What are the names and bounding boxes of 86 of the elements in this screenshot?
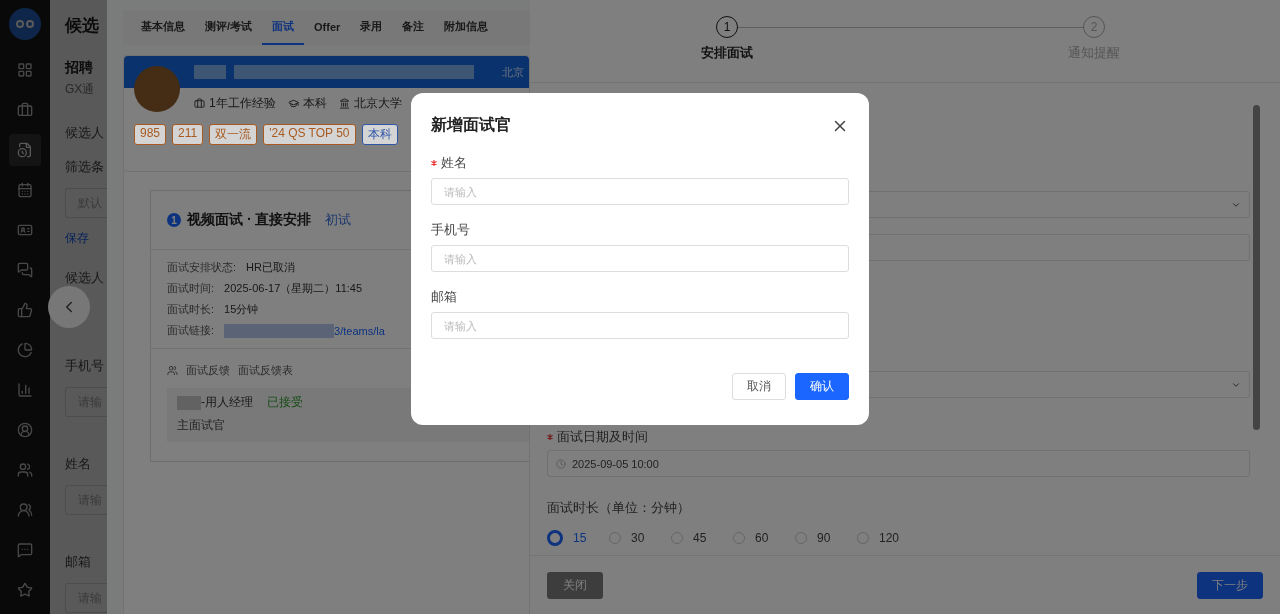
field-label: 手机号 (431, 221, 471, 239)
detail-value: 2025-06-17（星期二）11:45 (224, 281, 363, 296)
meeting-link[interactable]: 3/teams/la (334, 324, 385, 337)
tab[interactable]: 基本信息 (131, 10, 195, 45)
step-label: 安排面试 (701, 44, 753, 62)
tag: 985 (134, 124, 167, 145)
round-label: 初试 (325, 211, 352, 229)
status-text: 已接受 (267, 394, 303, 411)
interview-title: 视频面试 · 直接安排 (187, 211, 312, 229)
radio-option[interactable]: 60 (733, 530, 775, 546)
chat-bubbles-icon (17, 262, 33, 278)
clock-icon (556, 458, 566, 469)
radio-option[interactable]: 45 (671, 530, 713, 546)
tag: 本科 (361, 124, 398, 145)
message-icon (17, 542, 33, 558)
tab[interactable]: Offer (304, 10, 351, 45)
required-icon (431, 160, 437, 166)
id-card-icon (17, 222, 33, 238)
radio-option[interactable]: 15 (547, 530, 589, 546)
tab[interactable]: 备注 (392, 10, 435, 45)
field-label: 候选人 (65, 269, 104, 287)
calendar-icon (17, 182, 33, 198)
date-field[interactable]: 2025-09-05 10:00 (547, 450, 1250, 477)
avatar (134, 66, 180, 112)
step-number: 1 (167, 213, 181, 227)
document-clock-icon (17, 142, 33, 158)
users-icon (167, 365, 178, 376)
input-field[interactable]: 请输入 (431, 312, 849, 339)
field-label: 候选人 (65, 124, 104, 142)
thumbs-up-icon (17, 302, 33, 318)
briefcase-icon (194, 98, 205, 109)
field-label: 邮箱 (65, 553, 91, 571)
step-number: 1 (716, 16, 738, 38)
location-text: 北京 (502, 64, 524, 80)
tab[interactable]: 录用 (350, 10, 393, 45)
logo-icon (9, 8, 41, 40)
page-title: 候选 (65, 15, 99, 37)
radio-option[interactable]: 30 (609, 530, 651, 546)
field-label: 邮箱 (431, 288, 458, 306)
detail-label: 面试安排状态: (167, 260, 237, 275)
person-circle-icon (17, 422, 33, 438)
required-icon (547, 434, 553, 440)
tag: 双一流 (209, 124, 258, 145)
field-label: 姓名 (431, 154, 849, 172)
star-icon (17, 582, 33, 598)
interviewer-type: 主面试官 (177, 417, 226, 434)
meta-text: 本科 (287, 95, 327, 112)
radio-option[interactable]: 90 (795, 530, 837, 546)
dialog-title: 新增面试官 (431, 115, 511, 135)
bank-icon (338, 98, 350, 109)
input-field[interactable]: 请输入 (431, 178, 849, 205)
nav-button[interactable] (9, 134, 41, 166)
detail-label: 面试时间: (167, 281, 215, 296)
interviewer-role: -用人经理 (201, 394, 253, 411)
tab[interactable]: 附加信息 (434, 10, 499, 45)
tag: 211 (172, 124, 204, 145)
graduation-cap-icon (287, 98, 299, 109)
field-label: 筛选条 (65, 158, 104, 176)
tag: '24 QS TOP 50 (263, 124, 356, 145)
meta-text: 1年工作经验 (194, 95, 276, 112)
bar-chart-icon (17, 382, 33, 398)
cancel-button[interactable]: 取消 (732, 373, 786, 400)
detail-label: 面试时长: (167, 302, 215, 317)
feedback-label: 面试反馈 (186, 363, 230, 378)
input-field[interactable]: 请输入 (431, 245, 849, 272)
detail-value: HR已取消 (246, 260, 295, 275)
tab[interactable]: 测评/考试 (195, 10, 263, 45)
tab[interactable]: 面试 (262, 10, 305, 45)
detail-label: 面试链接: (167, 323, 215, 338)
field-label: 手机号 (65, 357, 104, 375)
briefcase-icon (17, 102, 33, 118)
meta-text: 北京大学 (338, 95, 402, 112)
field-label: 面试时长（单位：分钟） (547, 499, 691, 517)
grid-icon (17, 62, 33, 78)
save-link[interactable]: 保存 (65, 230, 89, 247)
field-label: 姓名 (65, 455, 91, 473)
detail-value: 15分钟 (224, 302, 259, 317)
confirm-button[interactable]: 确认 (795, 373, 849, 400)
next-button[interactable]: 下一步 (1197, 571, 1263, 599)
radio-option[interactable]: 120 (857, 530, 899, 546)
pie-chart-icon (17, 342, 33, 358)
feedback-form-link[interactable]: 面试反馈表 (238, 363, 293, 378)
users-icon (17, 462, 33, 478)
users-icon (17, 502, 33, 518)
field-label: 面试日期及时间 (547, 428, 1250, 446)
section-title: 招聘 (65, 59, 93, 77)
